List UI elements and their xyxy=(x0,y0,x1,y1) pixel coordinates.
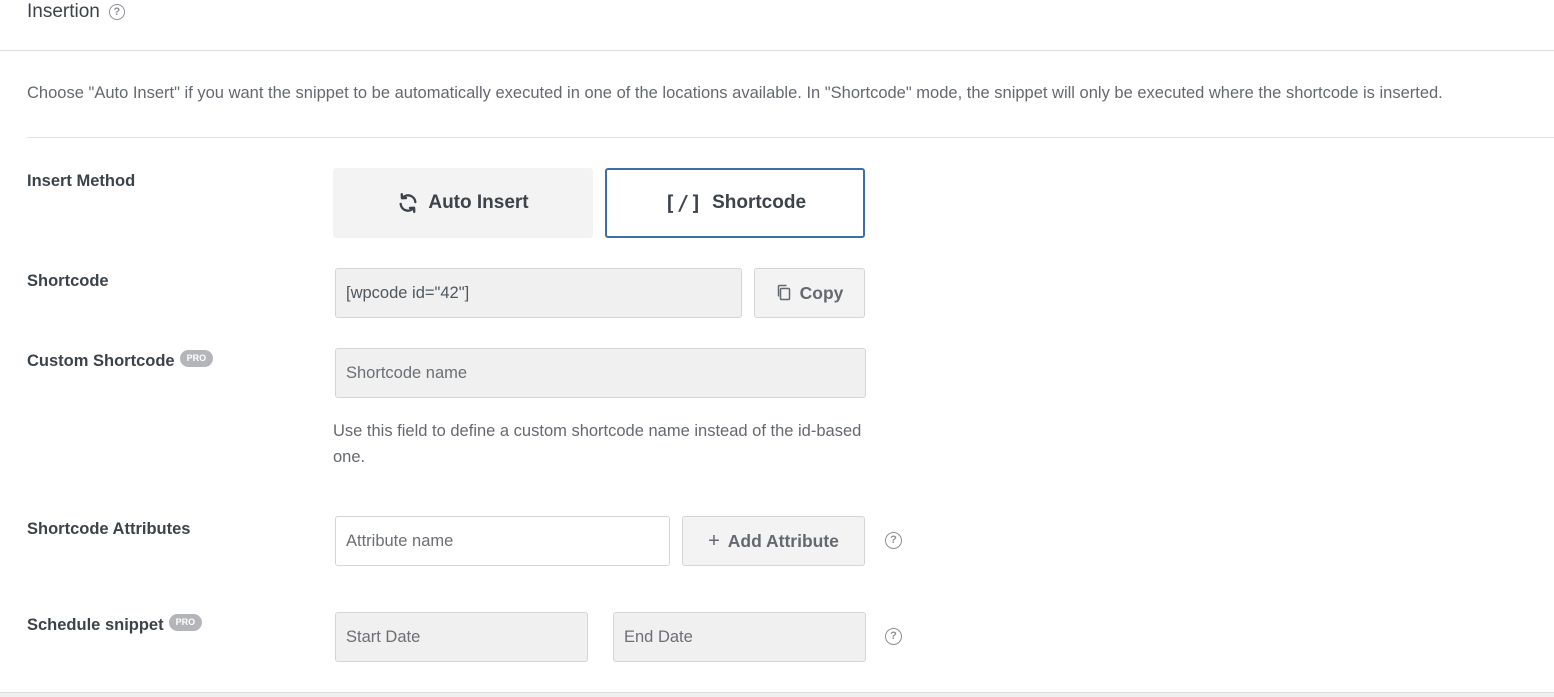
shortcode-method-button[interactable]: [/] Shortcode xyxy=(605,168,865,238)
add-attribute-label: Add Attribute xyxy=(727,530,839,551)
shortcode-method-label: Shortcode xyxy=(712,192,807,213)
shortcode-label-text: Shortcode xyxy=(27,272,109,290)
attributes-help-icon[interactable]: ? xyxy=(885,532,902,549)
shortcode-row-label: Shortcode xyxy=(27,272,109,291)
attribute-name-input[interactable]: Attribute name xyxy=(335,516,670,566)
shortcode-attributes-label-text: Shortcode Attributes xyxy=(27,520,191,538)
shortcode-attributes-label: Shortcode Attributes xyxy=(27,520,190,539)
section-title: Insertion xyxy=(27,1,100,22)
schedule-help-icon[interactable]: ? xyxy=(885,628,902,645)
custom-shortcode-input[interactable]: Shortcode name xyxy=(335,348,866,398)
insert-method-label: Insert Method xyxy=(27,172,135,191)
schedule-snippet-label: Schedule snippet PRO xyxy=(27,614,203,635)
schedule-label-text: Schedule snippet xyxy=(27,616,164,634)
divider xyxy=(27,137,1554,138)
shortcode-field[interactable]: [wpcode id="42"] xyxy=(335,268,742,318)
add-attribute-button[interactable]: + Add Attribute xyxy=(682,516,865,566)
end-date-input[interactable]: End Date xyxy=(613,612,866,662)
plus-icon: + xyxy=(708,529,720,552)
shortcode-icon: [/] xyxy=(663,191,704,215)
custom-shortcode-hint: Use this field to define a custom shortc… xyxy=(333,422,862,466)
help-icon[interactable]: ? xyxy=(108,4,125,20)
copy-icon xyxy=(777,284,790,301)
pro-badge: PRO xyxy=(179,350,214,367)
insertion-panel: Insertion ? Choose "Auto Insert" if you … xyxy=(0,0,1554,697)
custom-shortcode-label: Custom Shortcode PRO xyxy=(27,350,214,371)
start-date-input[interactable]: Start Date xyxy=(335,612,588,662)
section-header: Insertion ? xyxy=(27,0,125,24)
auto-insert-button[interactable]: Auto Insert xyxy=(333,168,593,238)
copy-button[interactable]: Copy xyxy=(754,268,865,318)
section-description: Choose "Auto Insert" if you want the sni… xyxy=(27,84,1443,102)
divider xyxy=(0,50,1554,51)
auto-insert-label: Auto Insert xyxy=(428,192,529,213)
pro-badge: PRO xyxy=(168,614,203,631)
copy-label: Copy xyxy=(799,282,844,303)
insert-method-label-text: Insert Method xyxy=(27,172,136,190)
bottom-divider xyxy=(0,692,1554,697)
custom-shortcode-label-text: Custom Shortcode xyxy=(27,352,175,370)
refresh-icon xyxy=(399,193,417,213)
